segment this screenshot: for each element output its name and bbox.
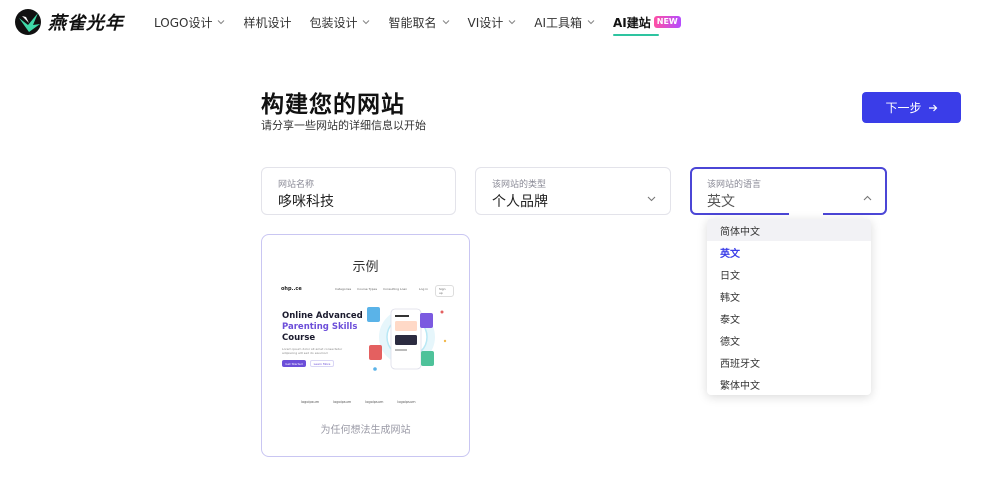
language-option[interactable]: 简体中文 (707, 219, 871, 241)
preview-body-text: Lorem ipsum dolor sit amet consectetur a… (282, 347, 343, 355)
menu-label: 智能取名 (388, 15, 437, 30)
chevron-down-icon (442, 20, 449, 25)
preview-nav-item: Consulting Loan (383, 287, 408, 291)
chevron-up-icon (863, 195, 872, 201)
chevron-down-icon (508, 20, 516, 25)
language-option[interactable]: 泰文 (707, 307, 871, 329)
partner-logo: logoipsum (365, 400, 384, 404)
chevron-down-icon (363, 20, 370, 25)
language-option[interactable]: 英文 (707, 241, 871, 263)
language-option[interactable]: 繁体中文 (707, 373, 871, 395)
menu-logo-design[interactable]: LOGO设计 (154, 0, 225, 44)
brand-logo[interactable]: 燕雀光年 (14, 8, 124, 36)
preview-headline: Online Advanced Parenting Skills Course (282, 311, 372, 344)
menu-label: LOGO设计 (154, 15, 213, 30)
top-navbar: 燕雀光年 LOGO设计 样机设计 包装设计 智能取名 VI设计 AI工具箱 AI… (0, 0, 988, 44)
site-language-value: 英文 (707, 194, 735, 210)
preview-headline-line: Course (282, 333, 316, 343)
preview-secondary-button: Learn More (310, 360, 334, 367)
main-menu: LOGO设计 样机设计 包装设计 智能取名 VI设计 AI工具箱 AI建站 NE… (154, 0, 699, 44)
swallow-logo-icon (15, 9, 41, 35)
site-name-label: 网站名称 (278, 180, 315, 190)
example-card-caption: 为任何想法生成网站 (320, 425, 411, 436)
preview-illustration (367, 307, 447, 371)
site-type-label: 该网站的类型 (492, 180, 547, 190)
preview-login: Log in (419, 287, 429, 291)
partner-logo: logoipsum (333, 400, 352, 404)
menu-label: VI设计 (467, 15, 504, 30)
preview-nav-item: Course Types (357, 287, 378, 291)
example-card-title: 示例 (352, 260, 379, 275)
preview-headline-line: Online Advanced (282, 311, 363, 321)
language-option[interactable]: 日文 (707, 263, 871, 285)
site-name-input[interactable]: 哆咪科技 (278, 191, 334, 211)
preview-nav-item: Categories (335, 287, 352, 291)
chevron-down-icon (587, 20, 595, 25)
language-option[interactable]: 西班牙文 (707, 351, 871, 373)
new-badge: NEW (653, 16, 681, 28)
menu-mockup-design[interactable]: 样机设计 (243, 0, 291, 44)
menu-ai-site-builder[interactable]: AI建站 NEW (613, 0, 681, 44)
menu-label: 样机设计 (243, 15, 292, 30)
menu-label: 包装设计 (309, 15, 358, 30)
preview-partner-logos: logoipsum logoipsum logoipsum logoipsum (301, 400, 416, 404)
dropdown-connector (789, 212, 823, 218)
page-title: 构建您的网站 (261, 92, 405, 118)
preview-primary-button: Get Started (282, 360, 306, 367)
partner-logo: logoipsum (397, 400, 416, 404)
language-dropdown-menu: 简体中文 英文 日文 韩文 泰文 德文 西班牙文 繁体中文 (707, 219, 871, 395)
menu-label: AI建站 (613, 15, 651, 30)
site-type-value: 个人品牌 (492, 194, 548, 210)
brand-name: 燕雀光年 (48, 13, 124, 34)
chevron-down-icon (218, 20, 225, 25)
menu-ai-toolbox[interactable]: AI工具箱 (534, 0, 595, 44)
site-language-label: 该网站的语言 (707, 180, 762, 190)
menu-label: AI工具箱 (534, 15, 582, 30)
preview-headline-highlight: Parenting Skills (282, 322, 358, 332)
next-step-label: 下一步 (885, 101, 922, 115)
example-card[interactable]: 示例 ohp..ce Categories Course Types Consu… (261, 234, 470, 457)
language-option[interactable]: 德文 (707, 329, 871, 351)
preview-signup: Sign up (435, 285, 454, 297)
menu-smart-naming[interactable]: 智能取名 (388, 0, 449, 44)
preview-brand: ohp..ce (281, 286, 302, 292)
page-subtitle: 请分享一些网站的详细信息以开始 (261, 119, 426, 132)
site-name-field[interactable]: 网站名称 哆咪科技 (261, 167, 456, 215)
site-language-select[interactable]: 该网站的语言 英文 (690, 167, 887, 215)
example-website-preview: ohp..ce Categories Course Types Consulti… (279, 283, 454, 411)
site-type-select[interactable]: 该网站的类型 个人品牌 (475, 167, 671, 215)
next-step-button[interactable]: 下一步 (862, 92, 961, 123)
menu-vi-design[interactable]: VI设计 (468, 0, 517, 44)
arrow-right-icon (928, 104, 937, 111)
language-option[interactable]: 韩文 (707, 285, 871, 307)
partner-logo: logoipsum (301, 400, 320, 404)
preview-nav: Categories Course Types Consulting Loan (335, 287, 407, 291)
chevron-down-icon (647, 196, 656, 202)
menu-package-design[interactable]: 包装设计 (309, 0, 370, 44)
